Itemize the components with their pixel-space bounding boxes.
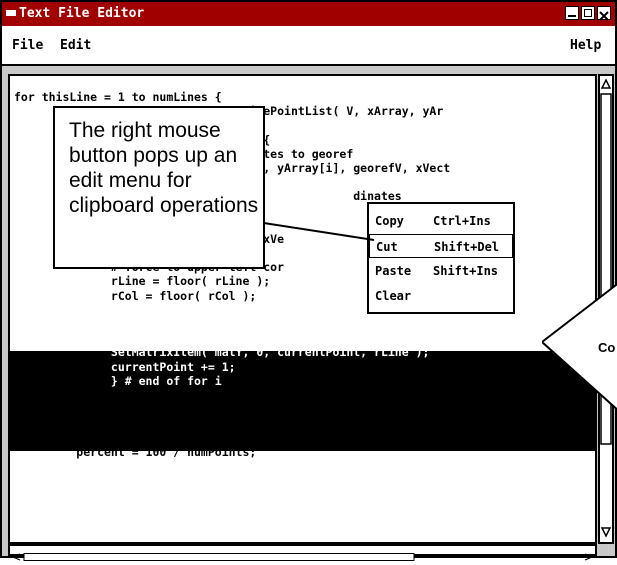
callout2-text: Co <box>598 340 615 355</box>
callout-box-2: Co <box>542 283 617 411</box>
callout-pointer-line <box>211 214 375 241</box>
callout-box: The right mouse button pops up an edit m… <box>53 106 265 269</box>
text-file-editor-window: Text File Editor File Edit Help for this… <box>0 0 617 561</box>
